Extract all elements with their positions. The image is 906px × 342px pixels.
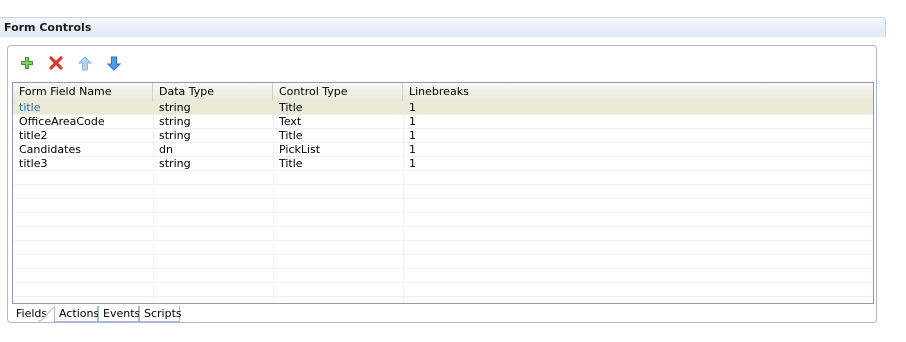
data-type-cell: string [159, 101, 191, 114]
linebreaks-cell: 1 [409, 101, 416, 114]
linebreaks-cell: 1 [409, 143, 416, 156]
tab-events[interactable]: Events [98, 306, 140, 322]
empty-row [13, 213, 873, 227]
table-body: title string Title 1 OfficeAreaCode stri… [13, 101, 873, 297]
empty-row [13, 269, 873, 283]
control-type-cell: Title [279, 157, 303, 170]
table-row[interactable]: Candidates dn PickList 1 [13, 143, 873, 157]
empty-row [13, 283, 873, 297]
column-header-data-type[interactable]: Data Type [153, 83, 273, 101]
move-down-icon [107, 56, 121, 71]
section-header[interactable]: Form Controls [0, 17, 886, 37]
move-down-button[interactable] [105, 54, 123, 72]
data-type-cell: string [159, 157, 191, 170]
empty-row [13, 199, 873, 213]
table-row[interactable]: title2 string Title 1 [13, 129, 873, 143]
empty-row [13, 241, 873, 255]
section-title: Form Controls [4, 21, 92, 34]
linebreaks-cell: 1 [409, 157, 416, 170]
delete-button[interactable] [47, 54, 65, 72]
table-row[interactable]: title3 string Title 1 [13, 157, 873, 171]
data-type-cell: string [159, 129, 191, 142]
linebreaks-cell: 1 [409, 115, 416, 128]
column-header-linebreaks[interactable]: Linebreaks [403, 83, 872, 101]
form-field-name-cell: title2 [19, 129, 48, 142]
delete-icon [49, 56, 63, 70]
tab-actions[interactable]: Actions [54, 306, 99, 322]
table-header: Form Field Name Data Type Control Type L… [13, 83, 873, 102]
data-type-cell: dn [159, 143, 173, 156]
control-type-cell: Text [279, 115, 302, 128]
empty-row [13, 171, 873, 185]
data-type-cell: string [159, 115, 191, 128]
column-header-control-type[interactable]: Control Type [273, 83, 403, 101]
tab-scripts[interactable]: Scripts [139, 306, 182, 322]
column-header-form-field-name[interactable]: Form Field Name [13, 83, 153, 101]
form-field-name-cell: title [19, 101, 41, 114]
control-type-cell: PickList [279, 143, 321, 156]
control-type-cell: Title [279, 101, 303, 114]
linebreaks-cell: 1 [409, 129, 416, 142]
form-field-name-cell: title3 [19, 157, 48, 170]
add-icon [21, 57, 33, 69]
form-field-name-cell: OfficeAreaCode [19, 115, 105, 128]
table-row[interactable]: title string Title 1 [13, 101, 873, 115]
control-type-cell: Title [279, 129, 303, 142]
form-field-name-cell: Candidates [19, 143, 81, 156]
table-row[interactable]: OfficeAreaCode string Text 1 [13, 115, 873, 129]
add-button[interactable] [18, 54, 36, 72]
move-up-icon [78, 55, 92, 70]
empty-row [13, 255, 873, 269]
empty-row [13, 227, 873, 241]
empty-row [13, 185, 873, 199]
form-controls-panel: Form Field Name Data Type Control Type L… [7, 45, 877, 323]
move-up-button[interactable] [76, 54, 94, 72]
fields-table: Form Field Name Data Type Control Type L… [12, 82, 874, 304]
